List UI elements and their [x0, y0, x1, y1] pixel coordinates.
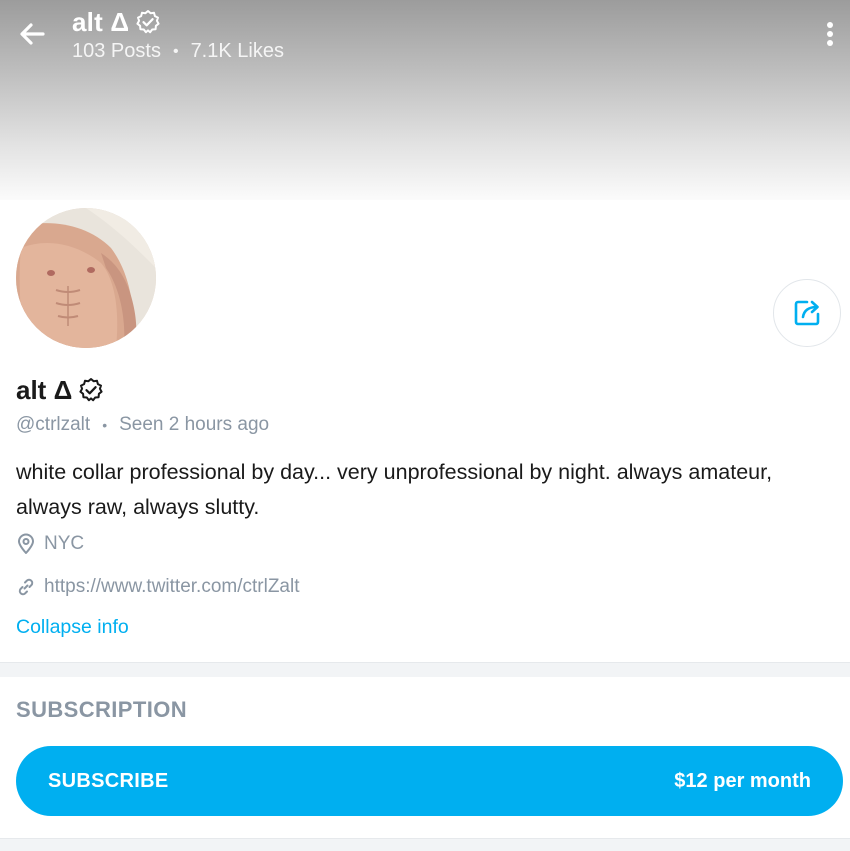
profile-name: alt Δ: [16, 374, 73, 405]
subscription-section-title: SUBSCRIPTION: [16, 697, 188, 722]
avatar-image: [16, 208, 156, 348]
subscribe-button[interactable]: SUBSCRIBE $12 per month: [16, 746, 843, 816]
subscribe-price: $12 per month: [674, 769, 811, 792]
location-row: NYC: [16, 530, 84, 558]
profile-meta: @ctrlzalt • Seen 2 hours ago: [16, 412, 269, 438]
header-title: alt Δ: [72, 6, 161, 38]
profile-bio: white collar professional by day... very…: [16, 460, 773, 519]
share-button[interactable]: [773, 279, 841, 347]
more-options-button[interactable]: [818, 16, 842, 52]
link-row[interactable]: https://www.twitter.com/ctrlZalt: [16, 573, 300, 601]
section-divider: [0, 662, 850, 677]
likes-count: 7.1K Likes: [190, 40, 284, 62]
posts-count: 103 Posts: [72, 40, 161, 62]
meta-separator: •: [102, 417, 108, 433]
profile-handle: @ctrlzalt: [16, 414, 91, 435]
arrow-left-icon: [20, 23, 45, 45]
location-text: NYC: [44, 533, 85, 554]
link-icon: [18, 578, 34, 596]
more-vertical-icon: [827, 22, 833, 46]
header-name: alt Δ: [72, 6, 130, 37]
profile-name-row: alt Δ: [16, 373, 104, 407]
last-seen: Seen 2 hours ago: [119, 414, 270, 435]
subscribe-label: SUBSCRIBE: [48, 769, 169, 792]
stats-separator: •: [172, 42, 179, 60]
back-button[interactable]: [14, 16, 50, 52]
header-stats: 103 Posts • 7.1K Likes: [72, 40, 284, 63]
verified-badge-icon: [135, 9, 161, 35]
verified-badge-icon: [78, 377, 104, 403]
profile-link[interactable]: https://www.twitter.com/ctrlZalt: [44, 576, 300, 598]
avatar[interactable]: [16, 208, 156, 348]
share-icon: [794, 300, 820, 326]
bottom-divider: [0, 838, 850, 851]
map-pin-icon: [18, 533, 34, 554]
collapse-info-link[interactable]: Collapse info: [16, 616, 129, 639]
